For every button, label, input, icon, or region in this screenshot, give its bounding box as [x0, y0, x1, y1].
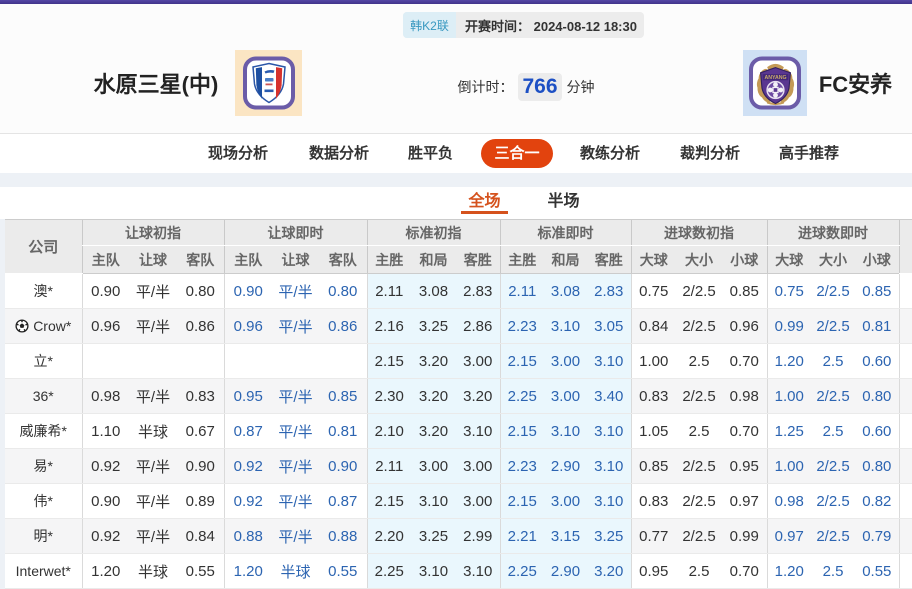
svg-text:ANYANG: ANYANG: [764, 75, 786, 81]
